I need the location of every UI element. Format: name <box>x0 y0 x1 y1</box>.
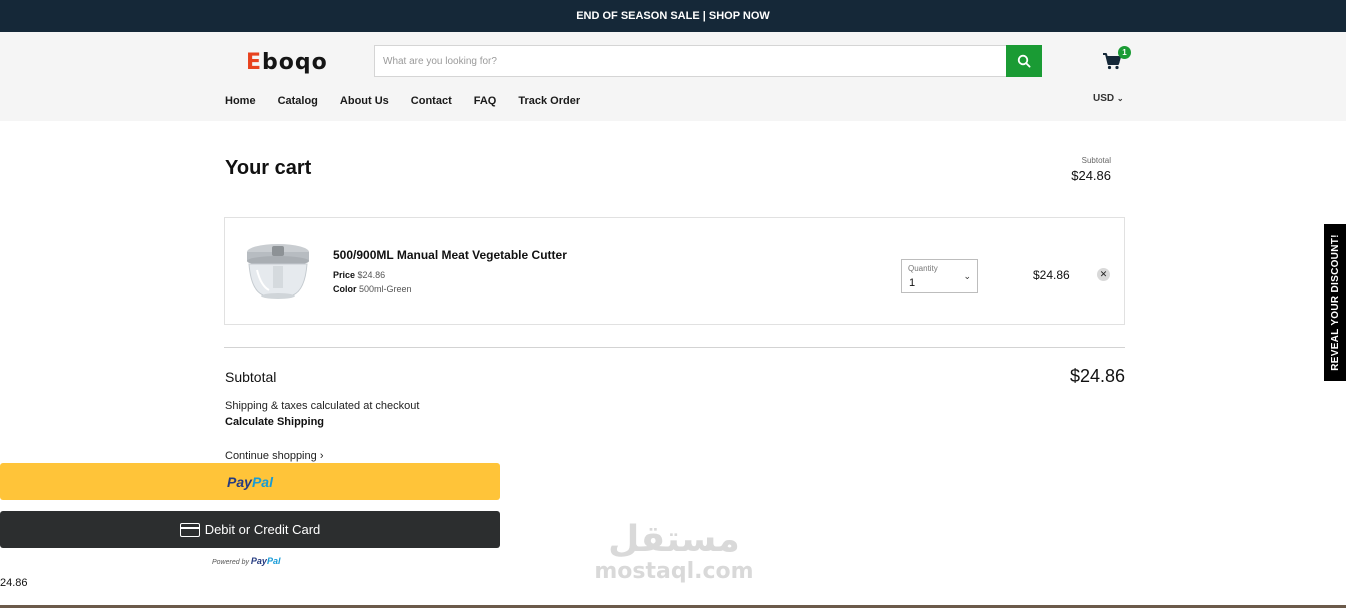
search-bar <box>374 45 1042 77</box>
close-icon: ✕ <box>1099 269 1108 279</box>
currency-selector[interactable]: USD ⌄ <box>1093 93 1124 104</box>
search-icon <box>1017 54 1031 68</box>
shipping-note: Shipping & taxes calculated at checkout <box>225 400 420 412</box>
subtotal-value-small: $24.86 <box>1071 168 1111 183</box>
quantity-select[interactable]: Quantity 1 ⌄ <box>901 259 978 293</box>
quantity-value: 1 <box>909 277 916 289</box>
amount-text: 24.86 <box>0 577 28 589</box>
nav-catalog[interactable]: Catalog <box>278 95 318 107</box>
subtotal-label-small: Subtotal <box>1081 156 1111 165</box>
announcement-bar[interactable]: END OF SEASON SALE | SHOP NOW <box>0 0 1346 32</box>
product-name[interactable]: 500/900ML Manual Meat Vegetable Cutter <box>333 248 567 262</box>
chevron-down-icon: ⌄ <box>1116 94 1124 103</box>
line-total: $24.86 <box>1033 268 1070 282</box>
logo[interactable]: Eboqo <box>246 50 328 75</box>
nav-about-us[interactable]: About Us <box>340 95 389 107</box>
continue-shopping-link[interactable]: Continue shopping › <box>225 450 323 462</box>
nav-track-order[interactable]: Track Order <box>518 95 580 107</box>
subtotal-label: Subtotal <box>225 369 277 385</box>
nav-home[interactable]: Home <box>225 95 256 107</box>
product-color: Color 500ml-Green <box>333 284 412 294</box>
main-nav: Home Catalog About Us Contact FAQ Track … <box>225 95 602 107</box>
subtotal-value: $24.86 <box>1069 366 1125 386</box>
chevron-right-icon: › <box>319 450 324 462</box>
site-header: Eboqo 1 Home Catalog About Us Contact FA… <box>0 32 1346 121</box>
nav-contact[interactable]: Contact <box>411 95 452 107</box>
powered-by-paypal: Powered by PayPal <box>212 556 281 566</box>
page-title: Your cart <box>225 157 312 179</box>
divider <box>224 347 1125 348</box>
quantity-label: Quantity <box>908 264 938 273</box>
remove-item-button[interactable]: ✕ <box>1097 268 1110 281</box>
search-input[interactable] <box>375 46 995 76</box>
announcement-text[interactable]: END OF SEASON SALE | SHOP NOW <box>576 10 770 22</box>
debit-credit-card-button[interactable]: Debit or Credit Card <box>0 511 500 548</box>
cart-line-item: 500/900ML Manual Meat Vegetable Cutter P… <box>224 217 1125 325</box>
paypal-button[interactable]: Pay Pal <box>0 463 500 500</box>
watermark-logo: مستقل mostaql.com <box>594 519 754 584</box>
product-price: Price $24.86 <box>333 270 386 280</box>
search-button[interactable] <box>1006 45 1042 77</box>
nav-faq[interactable]: FAQ <box>474 95 497 107</box>
product-image[interactable] <box>243 240 313 302</box>
cart-count-badge: 1 <box>1118 46 1131 59</box>
calculate-shipping-link[interactable]: Calculate Shipping <box>225 416 324 428</box>
chevron-down-icon: ⌄ <box>963 271 971 281</box>
credit-card-icon <box>179 522 200 537</box>
reveal-discount-tab[interactable]: REVEAL YOUR DISCOUNT! <box>1324 224 1346 381</box>
